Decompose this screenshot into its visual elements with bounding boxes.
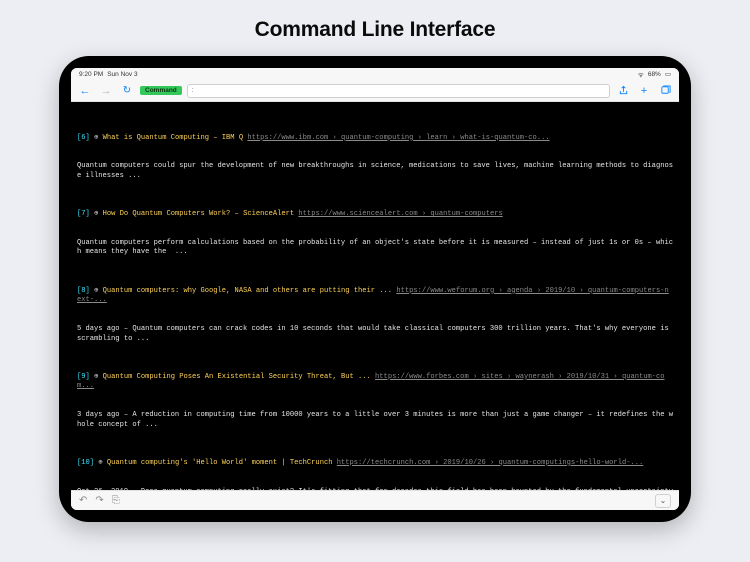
globe-icon: ⊕	[98, 459, 102, 467]
wifi-icon: ᯤ	[638, 70, 644, 79]
result-summary: Quantum computers could spur the develop…	[77, 162, 673, 181]
share-button[interactable]	[615, 83, 631, 99]
back-button[interactable]: ←	[77, 83, 93, 99]
screen: 9:20 PM Sun Nov 3 ᯤ 68% ▭ ← → ↻ Command …	[71, 68, 679, 510]
forward-button[interactable]: →	[98, 83, 114, 99]
collapse-button[interactable]: ⌄	[655, 494, 671, 508]
bottom-bar: ↶ ↷ ⎘ ⌄	[71, 490, 679, 510]
redo-button[interactable]: ↷	[95, 495, 103, 506]
status-time: 9:20 PM	[79, 71, 103, 78]
add-tab-button[interactable]: +	[636, 83, 652, 99]
battery-icon: ▭	[665, 70, 671, 78]
terminal[interactable]: [6] ⊕ What is Quantum Computing – IBM Q …	[71, 102, 679, 490]
result-summary: 3 days ago – A reduction in computing ti…	[77, 411, 673, 430]
result-row: [7] ⊕ How Do Quantum Computers Work? – S…	[77, 210, 673, 220]
page-title: Command Line Interface	[0, 0, 750, 56]
battery-pct: 68%	[648, 71, 661, 78]
toolbar: ← → ↻ Command : +	[71, 80, 679, 102]
tabs-button[interactable]	[657, 83, 673, 99]
command-badge: Command	[140, 86, 182, 95]
clipboard-button[interactable]: ⎘	[112, 495, 120, 506]
result-row: [8] ⊕ Quantum computers: why Google, NAS…	[77, 287, 673, 306]
globe-icon: ⊕	[94, 134, 98, 142]
globe-icon: ⊕	[94, 210, 98, 218]
result-row: [6] ⊕ What is Quantum Computing – IBM Q …	[77, 134, 673, 144]
status-bar: 9:20 PM Sun Nov 3 ᯤ 68% ▭	[71, 68, 679, 80]
result-summary: Quantum computers perform calculations b…	[77, 239, 673, 258]
result-row: [9] ⊕ Quantum Computing Poses An Existen…	[77, 373, 673, 392]
reload-button[interactable]: ↻	[119, 83, 135, 99]
globe-icon: ⊕	[94, 287, 98, 295]
status-date: Sun Nov 3	[107, 71, 137, 78]
result-summary: 5 days ago – Quantum computers can crack…	[77, 325, 673, 344]
tablet-frame: 9:20 PM Sun Nov 3 ᯤ 68% ▭ ← → ↻ Command …	[59, 56, 691, 522]
globe-icon: ⊕	[94, 373, 98, 381]
undo-button[interactable]: ↶	[79, 495, 87, 506]
result-row: [10] ⊕ Quantum computing's 'Hello World'…	[77, 459, 673, 469]
address-bar[interactable]: :	[187, 84, 610, 98]
